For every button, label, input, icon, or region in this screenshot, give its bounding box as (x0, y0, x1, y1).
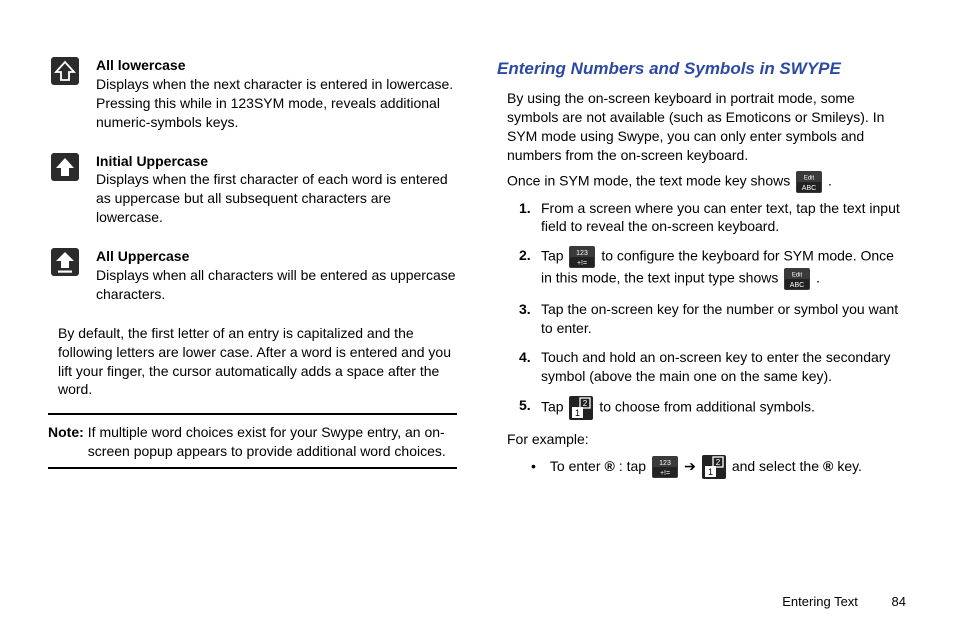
one-two-key-icon: 2 1 (702, 455, 726, 479)
footer-page-number: 84 (892, 594, 906, 609)
one-two-key-icon: 2 1 (569, 396, 593, 420)
edit-abc-icon: Edit ABC (796, 171, 822, 193)
item-desc: Displays when the first character of eac… (96, 171, 448, 225)
step-2: 2. Tap 123 +!= to configure the keyboard… (519, 246, 906, 290)
step-3: 3. Tap the on-screen key for the number … (519, 300, 906, 338)
svg-text:123: 123 (659, 460, 671, 467)
svg-text:+!=: +!= (660, 470, 670, 477)
divider (48, 467, 457, 469)
item-title: All lowercase (96, 57, 186, 73)
item-all-uppercase: All Uppercase Displays when all characte… (48, 247, 457, 304)
item-all-lowercase: All lowercase Displays when the next cha… (48, 56, 457, 132)
step-1: 1. From a screen where you can enter tex… (519, 199, 906, 237)
svg-text:1: 1 (575, 408, 580, 418)
left-column: All lowercase Displays when the next cha… (48, 56, 457, 560)
default-paragraph: By default, the first letter of an entry… (58, 324, 457, 400)
example-label: For example: (507, 430, 906, 449)
intro-para-2: Once in SYM mode, the text mode key show… (507, 171, 906, 193)
shift-filled-icon (48, 152, 82, 182)
right-column: Entering Numbers and Symbols in SWYPE By… (497, 56, 906, 560)
svg-text:2: 2 (716, 458, 721, 467)
note-body: If multiple word choices exist for your … (88, 423, 457, 461)
svg-text:2: 2 (583, 399, 588, 408)
divider (48, 413, 457, 415)
svg-text:Edit: Edit (804, 175, 815, 181)
sym-key-icon: 123 +!= (569, 246, 595, 268)
edit-abc-icon: Edit ABC (784, 268, 810, 290)
step-4: 4. Touch and hold an on-screen key to en… (519, 348, 906, 386)
note-label: Note: (48, 423, 84, 461)
svg-text:ABC: ABC (790, 282, 804, 289)
intro-para-1: By using the on-screen keyboard in portr… (507, 89, 906, 165)
item-title: All Uppercase (96, 248, 189, 264)
svg-text:Edit: Edit (792, 273, 803, 279)
section-heading: Entering Numbers and Symbols in SWYPE (497, 58, 906, 81)
footer-section: Entering Text (782, 594, 858, 609)
shift-filled-underline-icon (48, 247, 82, 277)
example-bullet: • To enter ®: tap 123 +!= ➔ 2 1 (531, 455, 906, 479)
sym-key-icon: 123 +!= (652, 456, 678, 478)
svg-text:+!=: +!= (577, 260, 587, 267)
item-desc: Displays when all characters will be ent… (96, 267, 456, 302)
item-title: Initial Uppercase (96, 153, 208, 169)
svg-text:1: 1 (708, 467, 713, 477)
svg-text:ABC: ABC (802, 185, 816, 192)
shift-outline-icon (48, 56, 82, 86)
note-block: Note: If multiple word choices exist for… (48, 423, 457, 461)
page-footer: Entering Text 84 (0, 594, 954, 609)
arrow-icon: ➔ (684, 457, 696, 476)
item-desc: Displays when the next character is ente… (96, 76, 453, 130)
item-initial-uppercase: Initial Uppercase Displays when the firs… (48, 152, 457, 228)
svg-text:123: 123 (577, 250, 589, 257)
step-5: 5. Tap 2 1 to choose from additional sym… (519, 396, 906, 420)
